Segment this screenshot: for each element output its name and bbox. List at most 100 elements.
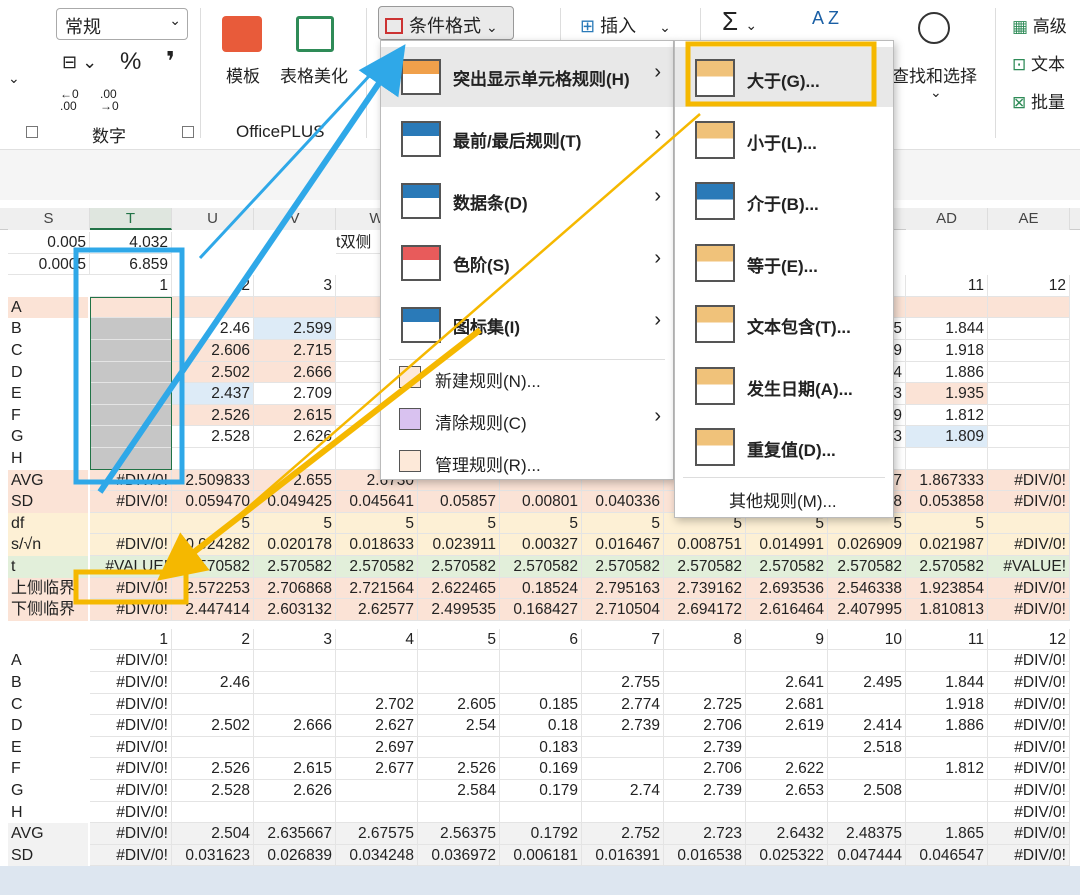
table-cell[interactable]: #DIV/0! [90, 715, 172, 737]
table-cell[interactable]: 2.725 [664, 693, 746, 716]
table-cell[interactable]: 0.026839 [254, 844, 336, 867]
table-cell[interactable]: #DIV/0! [90, 491, 172, 513]
table-cell[interactable] [582, 736, 664, 759]
table-cell[interactable] [664, 672, 746, 694]
table-cell[interactable]: 2.46 [172, 672, 254, 694]
table-cell[interactable]: 2.755 [582, 672, 664, 694]
table-cell[interactable]: #DIV/0! [90, 758, 172, 780]
table-cell[interactable] [746, 801, 828, 824]
table-cell[interactable]: 12 [988, 275, 1070, 297]
table-cell[interactable] [988, 512, 1070, 535]
table-cell[interactable] [988, 296, 1070, 319]
table-cell[interactable]: 0.036972 [418, 844, 500, 867]
table-cell[interactable]: 2.635667 [254, 823, 336, 845]
table-cell[interactable]: 2.619 [746, 715, 828, 737]
table-cell[interactable]: #DIV/0! [988, 736, 1070, 759]
table-cell[interactable]: 2.616464 [746, 599, 828, 621]
table-cell[interactable] [828, 758, 906, 780]
table-cell[interactable]: 5 [582, 512, 664, 535]
table-cell[interactable]: 2.739 [664, 736, 746, 759]
table-cell[interactable]: #DIV/0! [90, 844, 172, 867]
table-cell[interactable]: 1.844 [906, 318, 988, 340]
dialog-launcher-icon[interactable] [182, 126, 194, 138]
table-cell[interactable]: 2.62577 [336, 599, 418, 621]
top-bottom-rules-item[interactable]: 最前/最后规则(T) › [381, 109, 673, 169]
comma-button[interactable]: ❜ [166, 46, 175, 77]
table-cell[interactable]: 2.666 [254, 361, 336, 384]
table-cell[interactable]: 0.05857 [418, 491, 500, 513]
table-cell[interactable]: 2.706 [664, 758, 746, 780]
table-cell[interactable]: 5 [418, 512, 500, 535]
table-cell[interactable]: #DIV/0! [90, 736, 172, 759]
chevron-down-icon[interactable]: ⌄ [8, 70, 20, 87]
table-cell[interactable]: 2.795163 [582, 577, 664, 600]
table-cell[interactable]: #DIV/0! [90, 534, 172, 556]
table-cell[interactable]: 0.045641 [336, 491, 418, 513]
table-cell[interactable] [254, 693, 336, 716]
table-cell[interactable]: 1.810813 [906, 599, 988, 621]
table-cell[interactable]: 1.844 [906, 672, 988, 694]
sort-filter-icon[interactable]: A Z [812, 8, 839, 29]
table-cell[interactable]: 2.570582 [500, 556, 582, 578]
table-cell[interactable] [828, 693, 906, 716]
table-cell[interactable]: #DIV/0! [90, 672, 172, 694]
table-cell[interactable]: 2.570582 [582, 556, 664, 578]
table-cell[interactable]: 2.502 [172, 361, 254, 384]
table-cell[interactable]: 0.1792 [500, 823, 582, 845]
table-beautify-button[interactable]: 表格美化 [280, 62, 348, 87]
table-cell[interactable]: 0.016467 [582, 534, 664, 556]
table-cell[interactable]: 1.918 [906, 693, 988, 716]
table-cell[interactable] [336, 672, 418, 694]
table-cell[interactable]: 2.584 [418, 780, 500, 802]
table-cell[interactable]: 2.495 [828, 672, 906, 694]
duplicate-values-item[interactable]: 重复值(D)... [675, 416, 893, 476]
table-cell[interactable] [254, 736, 336, 759]
table-cell[interactable]: 0.006181 [500, 844, 582, 867]
column-header[interactable]: V [254, 208, 336, 230]
advanced-button[interactable]: ▦ 高级 [1012, 12, 1067, 37]
table-cell[interactable]: 2.570582 [664, 556, 746, 578]
table-cell[interactable]: 2.546338 [828, 577, 906, 600]
table-cell[interactable]: 2.653 [746, 780, 828, 802]
table-cell[interactable] [988, 340, 1070, 362]
table-cell[interactable] [336, 801, 418, 824]
table-cell[interactable]: 0.169 [500, 758, 582, 780]
table-cell[interactable]: 2.752 [582, 823, 664, 845]
table-cell[interactable]: 2.739 [664, 780, 746, 802]
table-cell[interactable]: 0.025322 [746, 844, 828, 867]
table-cell[interactable]: 0.049425 [254, 491, 336, 513]
decrease-decimal-button[interactable]: .00 →0 [100, 88, 130, 112]
table-cell[interactable] [172, 650, 254, 672]
table-cell[interactable]: 0.034248 [336, 844, 418, 867]
table-cell[interactable]: 2.526 [172, 758, 254, 780]
cell[interactable]: 6.859 [90, 253, 172, 276]
table-cell[interactable]: 0.00801 [500, 491, 582, 513]
table-cell[interactable]: 0.053858 [906, 491, 988, 513]
table-cell[interactable]: 2.697 [336, 736, 418, 759]
table-cell[interactable]: 2.666 [254, 715, 336, 737]
column-header[interactable]: T [90, 208, 172, 230]
table-cell[interactable] [90, 512, 172, 535]
table-cell[interactable]: 2.54 [418, 715, 500, 737]
table-cell[interactable]: 5 [254, 512, 336, 535]
text-button[interactable]: ⊡ 文本 [1012, 50, 1065, 75]
table-cell[interactable]: 2 [172, 275, 254, 297]
table-cell[interactable]: 2.641 [746, 672, 828, 694]
other-rules-item[interactable]: 其他规则(M)... [675, 479, 893, 517]
table-cell[interactable]: 1.918 [906, 340, 988, 362]
table-cell[interactable]: 2.715 [254, 340, 336, 362]
table-cell[interactable]: 0.179 [500, 780, 582, 802]
table-cell[interactable]: 2.694172 [664, 599, 746, 621]
table-cell[interactable]: #DIV/0! [988, 577, 1070, 600]
table-cell[interactable]: 2.437 [172, 383, 254, 405]
icon-sets-item[interactable]: 图标集(I) › [381, 295, 673, 355]
table-cell[interactable]: 2.74 [582, 780, 664, 802]
table-cell[interactable]: #DIV/0! [90, 577, 172, 600]
table-cell[interactable] [746, 650, 828, 672]
table-cell[interactable]: 0.021987 [906, 534, 988, 556]
table-cell[interactable]: 2.615 [254, 758, 336, 780]
table-cell[interactable] [418, 650, 500, 672]
table-cell[interactable]: 2.739162 [664, 577, 746, 600]
table-cell[interactable]: 1.809 [906, 426, 988, 448]
table-cell[interactable]: #DIV/0! [988, 491, 1070, 513]
